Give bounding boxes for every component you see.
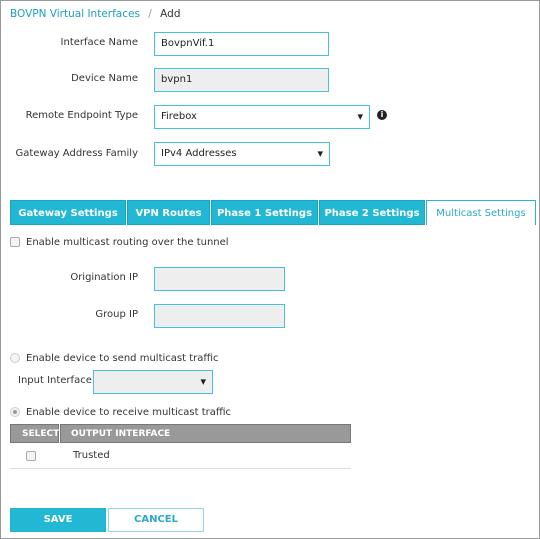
tab-vpn-routes[interactable]: VPN Routes xyxy=(127,200,210,225)
input-interface-select[interactable] xyxy=(93,370,213,394)
enable-multicast-checkbox[interactable] xyxy=(10,237,20,247)
save-button[interactable]: SAVE xyxy=(10,508,106,532)
breadcrumb-separator: / xyxy=(148,8,152,20)
breadcrumb-current: Add xyxy=(160,8,181,20)
column-header-output-interface: OUTPUT INTERFACE xyxy=(60,424,351,443)
tab-multicast-settings[interactable]: Multicast Settings xyxy=(426,200,536,225)
row-interface-name: Trusted xyxy=(73,450,110,461)
remote-endpoint-type-value: Firebox xyxy=(161,111,197,122)
gateway-address-family-label: Gateway Address Family xyxy=(15,148,138,159)
interface-name-label: Interface Name xyxy=(60,37,138,48)
row-select-checkbox[interactable] xyxy=(26,451,36,461)
origination-ip-input[interactable] xyxy=(154,267,285,291)
breadcrumb-parent-link[interactable]: BOVPN Virtual Interfaces xyxy=(10,8,140,20)
send-multicast-label: Enable device to send multicast traffic xyxy=(26,353,219,364)
tab-phase2-settings[interactable]: Phase 2 Settings xyxy=(319,200,425,225)
device-name-label: Device Name xyxy=(71,73,138,84)
enable-multicast-label: Enable multicast routing over the tunnel xyxy=(26,237,229,248)
receive-multicast-label: Enable device to receive multicast traff… xyxy=(26,407,232,418)
remote-endpoint-type-label: Remote Endpoint Type xyxy=(25,110,138,121)
interface-name-input[interactable]: BovpnVif.1 xyxy=(154,32,329,56)
group-ip-input[interactable] xyxy=(154,304,285,328)
breadcrumb: BOVPN Virtual Interfaces / Add xyxy=(10,8,181,20)
group-ip-label: Group IP xyxy=(95,309,138,320)
origination-ip-label: Origination IP xyxy=(70,272,138,283)
device-name-input[interactable]: bvpn1 xyxy=(154,68,329,92)
column-header-select: SELECT xyxy=(10,424,59,443)
cancel-button[interactable]: CANCEL xyxy=(108,508,204,532)
remote-endpoint-type-select[interactable]: Firebox xyxy=(154,105,370,129)
info-icon[interactable]: i xyxy=(377,110,387,120)
table-row: Trusted xyxy=(10,443,351,469)
tab-phase1-settings[interactable]: Phase 1 Settings xyxy=(211,200,318,225)
gateway-address-family-value: IPv4 Addresses xyxy=(161,148,237,159)
send-multicast-radio[interactable] xyxy=(10,353,20,363)
gateway-address-family-select[interactable]: IPv4 Addresses xyxy=(154,142,330,166)
input-interface-label: Input Interface xyxy=(18,375,92,386)
tab-gateway-settings[interactable]: Gateway Settings xyxy=(10,200,126,225)
receive-multicast-radio[interactable] xyxy=(10,407,20,417)
